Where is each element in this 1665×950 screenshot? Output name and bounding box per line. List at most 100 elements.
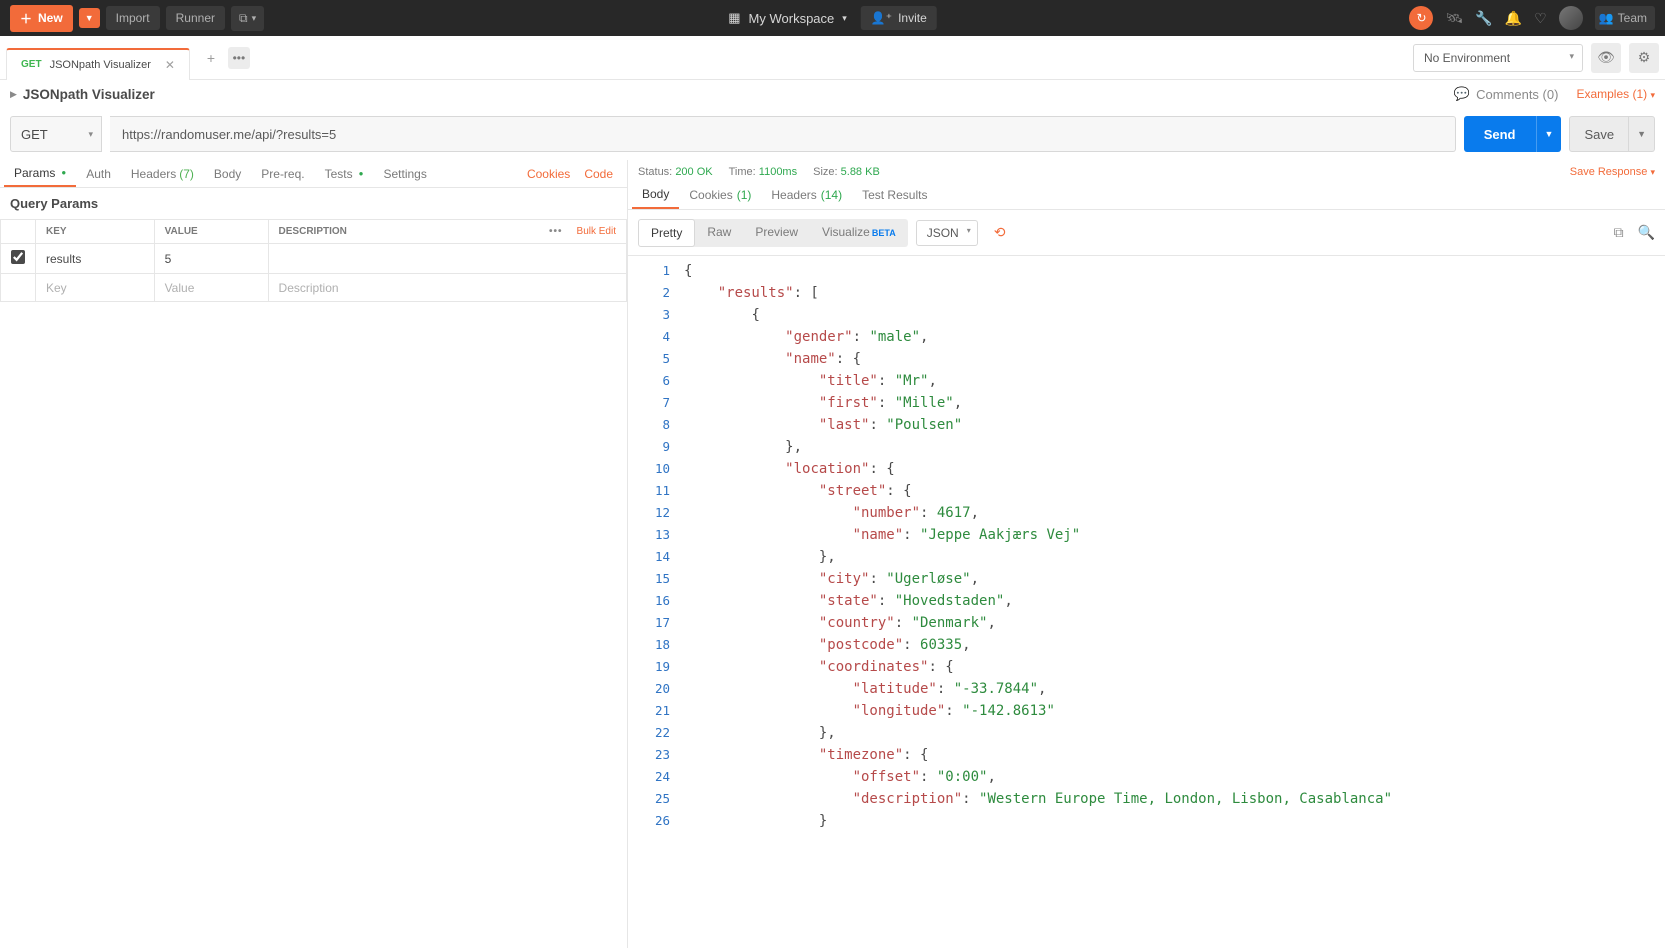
wrap-lines-icon[interactable]: ⟲: [986, 218, 1014, 247]
req-tabs-right: Cookies Code: [527, 167, 623, 181]
url-input[interactable]: https://randomuser.me/api/?results=5: [110, 116, 1456, 152]
new-value-input[interactable]: Value: [154, 274, 268, 302]
json-line: 13 "name": "Jeppe Aakjærs Vej": [628, 524, 1665, 546]
environment-quicklook-icon[interactable]: 👁: [1591, 43, 1621, 73]
line-code: "results": [: [684, 282, 819, 304]
save-button[interactable]: Save: [1569, 116, 1629, 152]
line-number: 13: [628, 524, 684, 546]
heart-icon[interactable]: ♡: [1534, 10, 1547, 27]
view-pretty[interactable]: Pretty: [638, 219, 695, 247]
comments-button[interactable]: 💬 Comments (0): [1454, 86, 1559, 102]
workspace-dropdown[interactable]: ▦ My Workspace ▾: [728, 10, 847, 26]
resp-tab-headers[interactable]: Headers (14): [761, 180, 852, 209]
resp-tab-cookies[interactable]: Cookies (1): [679, 180, 761, 209]
workspace-label: My Workspace: [749, 11, 835, 26]
json-line: 12 "number": 4617,: [628, 502, 1665, 524]
breadcrumb-caret-icon[interactable]: ▶: [10, 89, 17, 100]
tab-auth[interactable]: Auth: [76, 160, 121, 187]
tab-settings[interactable]: Settings: [373, 160, 436, 187]
tab-prereq[interactable]: Pre-req.: [251, 160, 314, 187]
method-select[interactable]: GET: [10, 116, 102, 152]
line-number: 24: [628, 766, 684, 788]
settings-gear-icon[interactable]: ⚙: [1629, 43, 1659, 73]
line-code: "gender": "male",: [684, 326, 928, 348]
search-icon[interactable]: 🔍: [1638, 224, 1655, 241]
line-code: "street": {: [684, 480, 912, 502]
row-checkbox[interactable]: [11, 250, 25, 264]
new-description-input[interactable]: Description: [268, 274, 626, 302]
json-line: 23 "timezone": {: [628, 744, 1665, 766]
sync-status-icon[interactable]: ↻: [1409, 6, 1433, 30]
tab-jsonpath-visualizer[interactable]: GET JSONpath Visualizer ✕: [6, 48, 190, 80]
tab-close-icon[interactable]: ✕: [165, 58, 175, 72]
chevron-down-icon: ▾: [1650, 90, 1655, 100]
tab-headers[interactable]: Headers (7): [121, 160, 204, 187]
line-number: 20: [628, 678, 684, 700]
send-dropdown[interactable]: ▼: [1536, 116, 1562, 152]
examples-dropdown[interactable]: Examples (1) ▾: [1576, 87, 1655, 101]
line-number: 23: [628, 744, 684, 766]
view-preview[interactable]: Preview: [743, 219, 810, 247]
time-value: 1100ms: [759, 166, 797, 178]
save-response-label: Save Response: [1570, 166, 1648, 178]
json-line: 24 "offset": "0:00",: [628, 766, 1665, 788]
tab-body[interactable]: Body: [204, 160, 251, 187]
response-tabs: Body Cookies (1) Headers (14) Test Resul…: [628, 180, 1665, 210]
send-button[interactable]: Send: [1464, 116, 1536, 152]
line-code: "longitude": "-142.8613": [684, 700, 1055, 722]
tab-tests[interactable]: Tests: [315, 160, 374, 187]
line-code: {: [684, 304, 760, 326]
format-dropdown[interactable]: JSON: [916, 220, 978, 246]
save-response-button[interactable]: Save Response ▾: [1570, 166, 1655, 178]
cell-key[interactable]: results: [36, 244, 155, 274]
copy-icon[interactable]: ⧉: [1614, 224, 1624, 241]
params-table: KEY VALUE DESCRIPTION ••• Bulk Edit resu…: [0, 219, 627, 302]
import-button[interactable]: Import: [106, 6, 160, 30]
view-raw[interactable]: Raw: [695, 219, 743, 247]
resp-tab-headers-label: Headers: [771, 188, 816, 202]
resp-tab-tests[interactable]: Test Results: [852, 180, 937, 209]
json-line: 20 "latitude": "-33.7844",: [628, 678, 1665, 700]
line-number: 8: [628, 414, 684, 436]
cell-description[interactable]: [268, 244, 626, 274]
satellite-icon[interactable]: 🛰: [1445, 10, 1463, 27]
invite-button[interactable]: 👤⁺ Invite: [861, 6, 937, 30]
environment-dropdown[interactable]: No Environment: [1413, 44, 1583, 72]
cookies-link[interactable]: Cookies: [527, 167, 570, 181]
bell-icon[interactable]: 🔔: [1505, 10, 1522, 27]
size-label: Size:: [813, 166, 837, 178]
code-link[interactable]: Code: [584, 167, 613, 181]
bulk-edit-button[interactable]: Bulk Edit: [577, 226, 616, 237]
line-code: "name": {: [684, 348, 861, 370]
view-visualize[interactable]: VisualizeBETA: [810, 219, 908, 247]
runner-button[interactable]: Runner: [166, 6, 225, 30]
json-line: 7 "first": "Mille",: [628, 392, 1665, 414]
line-code: },: [684, 436, 802, 458]
response-body[interactable]: 1{2 "results": [3 {4 "gender": "male",5 …: [628, 255, 1665, 948]
new-button[interactable]: ＋ New: [10, 5, 73, 32]
save-dropdown[interactable]: ▼: [1629, 116, 1655, 152]
workspace-selector: ▦ My Workspace ▾ 👤⁺ Invite: [728, 6, 937, 30]
wrench-icon[interactable]: 🔧: [1475, 10, 1492, 27]
url-row: GET https://randomuser.me/api/?results=5…: [0, 108, 1665, 160]
line-number: 15: [628, 568, 684, 590]
tab-add-button[interactable]: +: [200, 47, 222, 69]
open-new-button[interactable]: ⧉ ▾: [231, 6, 264, 31]
status-label: Status:: [638, 166, 672, 178]
plus-icon: ＋: [20, 10, 32, 27]
team-button[interactable]: 👥 Team: [1595, 6, 1655, 30]
json-line: 6 "title": "Mr",: [628, 370, 1665, 392]
params-more-icon[interactable]: •••: [549, 226, 563, 237]
avatar[interactable]: [1559, 6, 1583, 30]
tab-more-button[interactable]: •••: [228, 47, 250, 69]
tab-params[interactable]: Params: [4, 160, 76, 187]
line-code: },: [684, 546, 836, 568]
new-key-input[interactable]: Key: [36, 274, 155, 302]
status-row: Status: 200 OK Time: 1100ms Size: 5.88 K…: [628, 160, 1665, 180]
cell-value[interactable]: 5: [154, 244, 268, 274]
th-key: KEY: [36, 220, 155, 244]
line-code: "name": "Jeppe Aakjærs Vej": [684, 524, 1080, 546]
chevron-down-icon: ▾: [1650, 167, 1655, 177]
resp-tab-body[interactable]: Body: [632, 180, 679, 209]
new-dropdown[interactable]: ▼: [79, 8, 100, 28]
